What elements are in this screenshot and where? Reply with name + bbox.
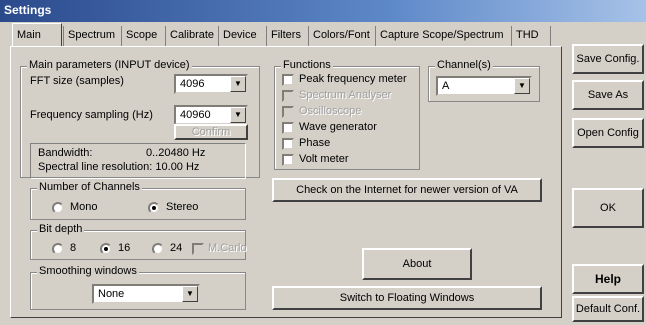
wave-generator-label: Wave generator — [299, 121, 377, 133]
switch-floating-windows-button[interactable]: Switch to Floating Windows — [272, 286, 542, 310]
frequency-sampling-select[interactable]: 40960 ▼ — [174, 105, 248, 125]
spectral-resolution-text: Spectral line resolution: 10.00 Hz — [38, 161, 200, 173]
chevron-down-icon[interactable]: ▼ — [514, 78, 530, 94]
fft-size-value: 4096 — [180, 78, 205, 90]
confirm-button[interactable]: Confirm — [174, 124, 248, 140]
bit-depth-8-radio[interactable] — [52, 243, 64, 255]
smoothing-windows-legend: Smoothing windows — [37, 265, 139, 277]
open-config-button[interactable]: Open Config — [572, 118, 644, 148]
tab-capture-scope-spectrum[interactable]: Capture Scope/Spectrum — [375, 26, 511, 46]
peak-frequency-meter-checkbox[interactable] — [282, 74, 294, 86]
check-internet-button[interactable]: Check on the Internet for newer version … — [272, 178, 542, 202]
channels-select-legend: Channel(s) — [435, 59, 493, 71]
bandwidth-label: Bandwidth: — [38, 147, 93, 159]
stereo-label: Stereo — [166, 201, 199, 213]
help-button[interactable]: Help — [572, 264, 644, 294]
chevron-down-icon[interactable]: ▼ — [230, 107, 246, 123]
spectrum-analyser-checkbox[interactable] — [282, 90, 294, 102]
default-conf-button[interactable]: Default Conf. — [572, 296, 644, 322]
mono-radio[interactable] — [52, 202, 64, 214]
bit-depth-16-radio[interactable] — [100, 243, 112, 255]
volt-meter-checkbox[interactable] — [282, 154, 294, 166]
mcarlo-checkbox[interactable] — [192, 243, 204, 255]
channel-select-value: A — [442, 80, 450, 92]
oscilloscope-checkbox[interactable] — [282, 106, 294, 118]
stereo-radio[interactable] — [148, 202, 160, 214]
save-as-button[interactable]: Save As — [572, 80, 644, 110]
window-title: Settings — [0, 0, 646, 22]
frequency-sampling-value: 40960 — [180, 109, 211, 121]
tab-device[interactable]: Device — [218, 26, 266, 46]
chevron-down-icon[interactable]: ▼ — [230, 76, 246, 92]
smoothing-windows-value: None — [98, 288, 125, 300]
bit-depth-legend: Bit depth — [37, 223, 85, 235]
bandwidth-value: 0..20480 Hz — [146, 147, 206, 159]
mono-label: Mono — [70, 201, 98, 213]
bit-depth-8-label: 8 — [70, 242, 77, 254]
number-of-channels-legend: Number of Channels — [37, 181, 142, 193]
phase-label: Phase — [299, 137, 331, 149]
frequency-sampling-label: Frequency sampling (Hz) — [30, 109, 153, 121]
volt-meter-label: Volt meter — [299, 153, 349, 165]
tab-spectrum[interactable]: Spectrum — [63, 26, 121, 46]
phase-checkbox[interactable] — [282, 138, 294, 150]
chevron-down-icon[interactable]: ▼ — [182, 286, 198, 302]
tab-calibrate[interactable]: Calibrate — [165, 26, 218, 46]
tab-filters[interactable]: Filters — [266, 26, 308, 46]
oscilloscope-label: Oscilloscope — [299, 105, 362, 117]
bit-depth-24-label: 24 — [170, 242, 183, 254]
save-config-button[interactable]: Save Config. — [572, 44, 644, 74]
functions-legend: Functions — [281, 59, 333, 71]
tab-colors-font[interactable]: Colors/Font — [308, 26, 375, 46]
fft-size-label: FFT size (samples) — [30, 75, 124, 87]
bit-depth-16-label: 16 — [118, 242, 131, 254]
main-parameters-legend: Main parameters (INPUT device) — [27, 59, 192, 71]
bit-depth-24-radio[interactable] — [152, 243, 164, 255]
ok-button[interactable]: OK — [572, 188, 644, 228]
smoothing-windows-select[interactable]: None ▼ — [92, 284, 200, 304]
wave-generator-checkbox[interactable] — [282, 122, 294, 134]
mcarlo-label: M.Carlo — [208, 242, 247, 254]
spectrum-analyser-label: Spectrum Analyser — [299, 89, 392, 101]
tab-scope[interactable]: Scope — [121, 26, 165, 46]
fft-size-select[interactable]: 4096 ▼ — [174, 74, 248, 94]
about-button[interactable]: About — [362, 248, 472, 280]
peak-frequency-meter-label: Peak frequency meter — [299, 73, 407, 85]
tab-thd[interactable]: THD — [511, 26, 551, 46]
tab-main[interactable]: Main — [12, 23, 62, 47]
channel-select[interactable]: A ▼ — [436, 76, 532, 96]
